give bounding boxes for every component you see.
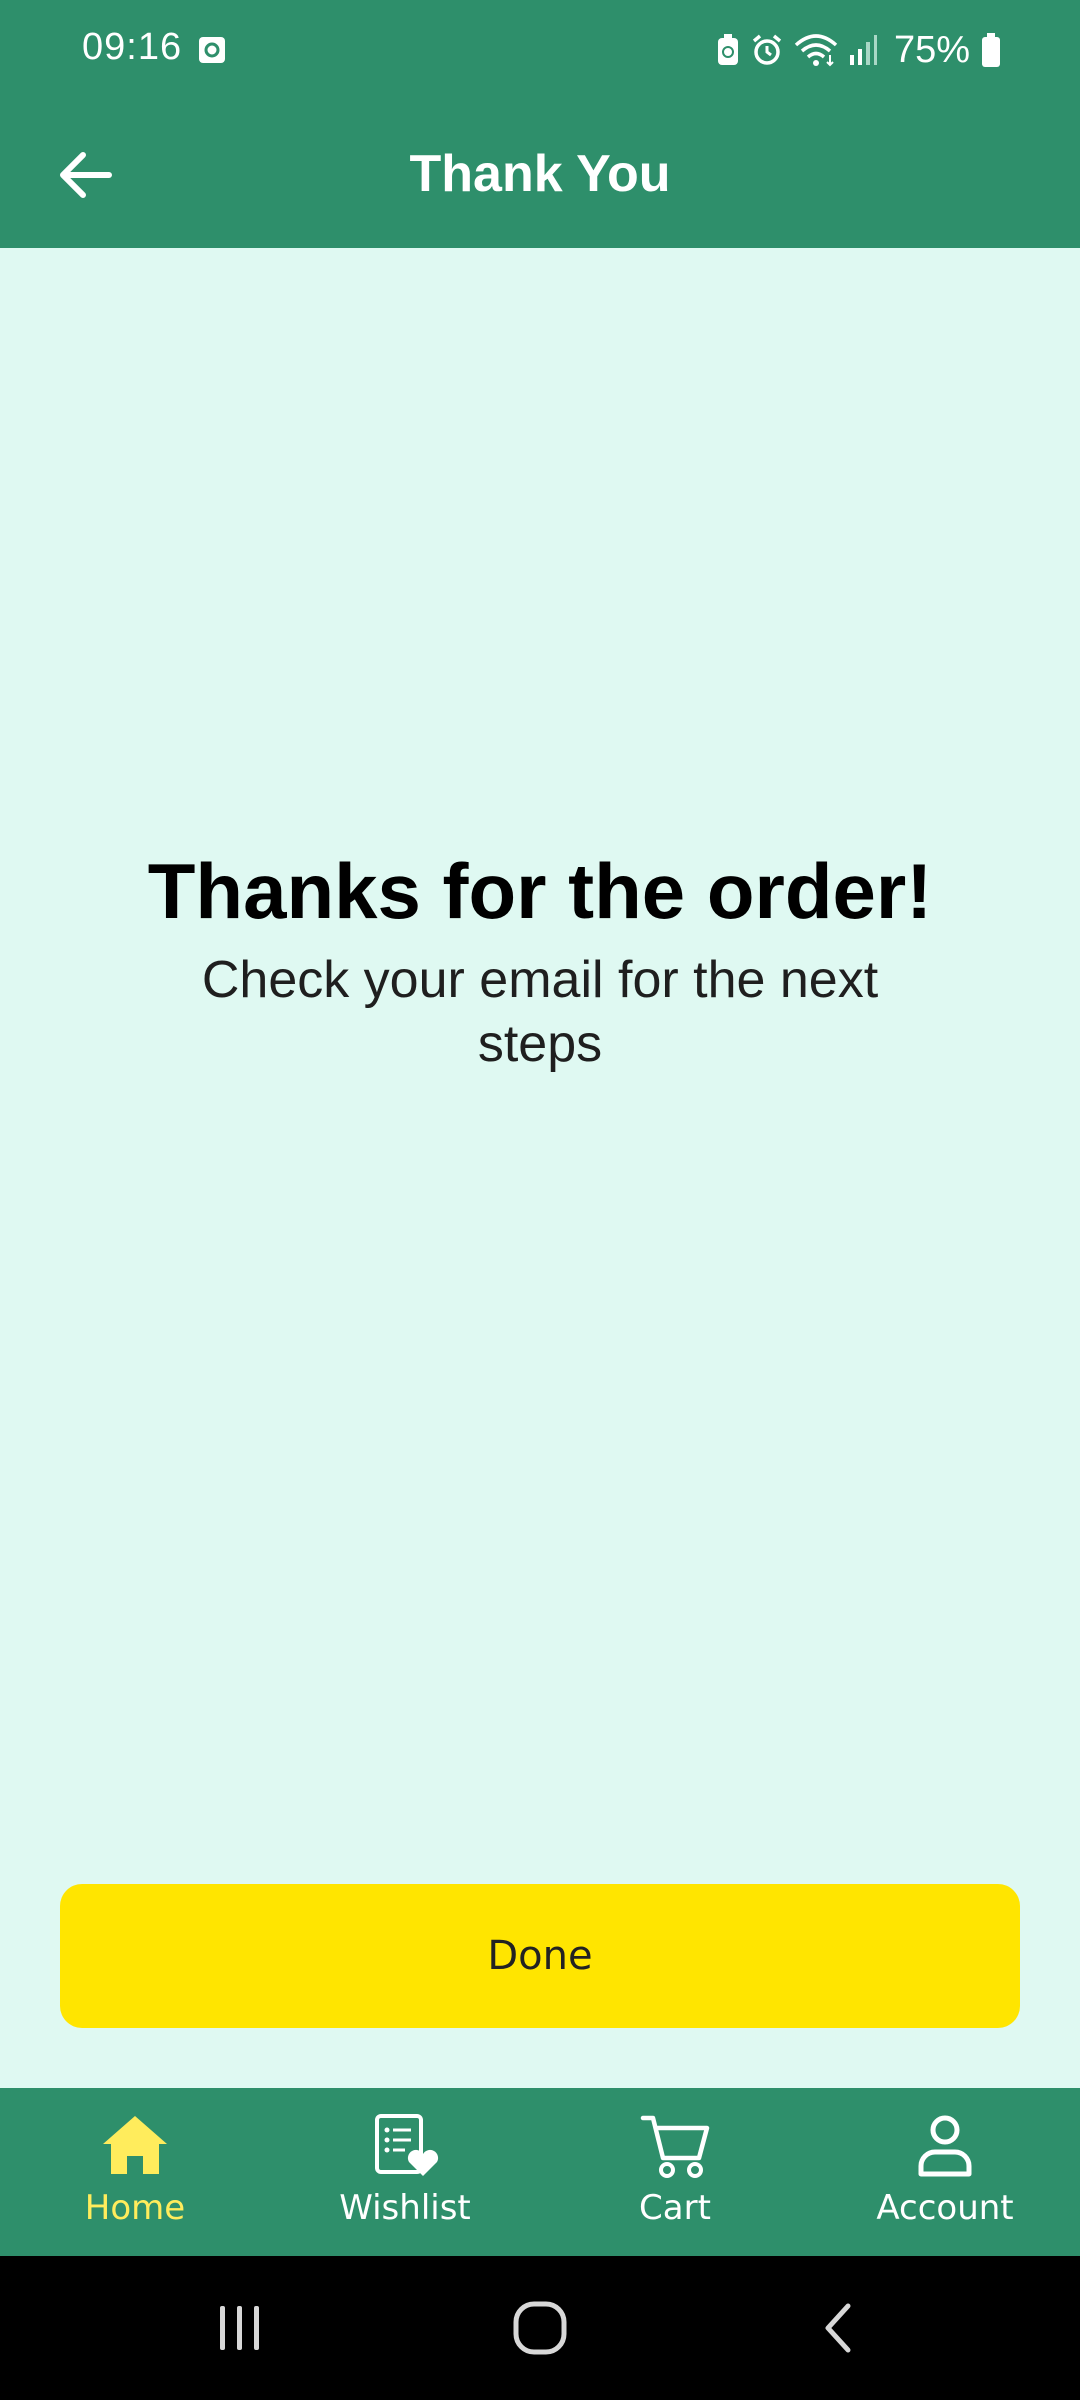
home-circle-icon <box>513 2301 567 2355</box>
back-system-button[interactable] <box>790 2278 890 2378</box>
nav-item-wishlist[interactable]: Wishlist <box>270 2088 540 2256</box>
bottom-nav: Home Wishlist Cart Account <box>0 2088 1080 2256</box>
nav-item-cart[interactable]: Cart <box>540 2088 810 2256</box>
nav-label-account: Account <box>876 2188 1014 2228</box>
battery-percent: 75% <box>893 28 970 71</box>
home-system-button[interactable] <box>490 2278 590 2378</box>
confirmation-message: Check your email for the next steps <box>201 951 879 1073</box>
status-bar: 09:16 75% <box>0 0 1080 100</box>
battery-saver-icon <box>717 34 738 65</box>
status-icons: 75% <box>716 22 1002 78</box>
main-content: Thanks for the order! Check your email f… <box>0 248 1080 2088</box>
page-title: Thank You <box>409 145 671 203</box>
chevron-left-icon <box>825 2303 851 2353</box>
confirmation-headline: Thanks for the order! <box>147 847 933 935</box>
done-button[interactable]: Done <box>60 1884 1020 2028</box>
nav-label-cart: Cart <box>639 2188 711 2228</box>
battery-icon <box>982 33 1000 67</box>
recents-icon <box>220 2306 259 2350</box>
app-notification-icon <box>199 37 225 63</box>
nav-label-home: Home <box>84 2188 186 2228</box>
nav-item-home[interactable]: Home <box>0 2088 270 2256</box>
app-bar: Thank You <box>0 100 1080 248</box>
wishlist-icon <box>375 2114 439 2176</box>
recents-button[interactable] <box>190 2278 290 2378</box>
arrow-left-icon <box>60 152 112 198</box>
signal-icon <box>849 35 877 65</box>
system-nav-bar <box>0 2256 1080 2400</box>
home-icon <box>103 2116 167 2174</box>
alarm-icon <box>752 34 782 65</box>
nav-label-wishlist: Wishlist <box>339 2188 471 2228</box>
wifi-icon <box>794 34 838 67</box>
account-icon <box>918 2115 972 2177</box>
cart-icon <box>640 2115 710 2178</box>
nav-item-account[interactable]: Account <box>810 2088 1080 2256</box>
status-time: 09:16 <box>82 26 183 68</box>
back-button[interactable] <box>40 130 130 220</box>
